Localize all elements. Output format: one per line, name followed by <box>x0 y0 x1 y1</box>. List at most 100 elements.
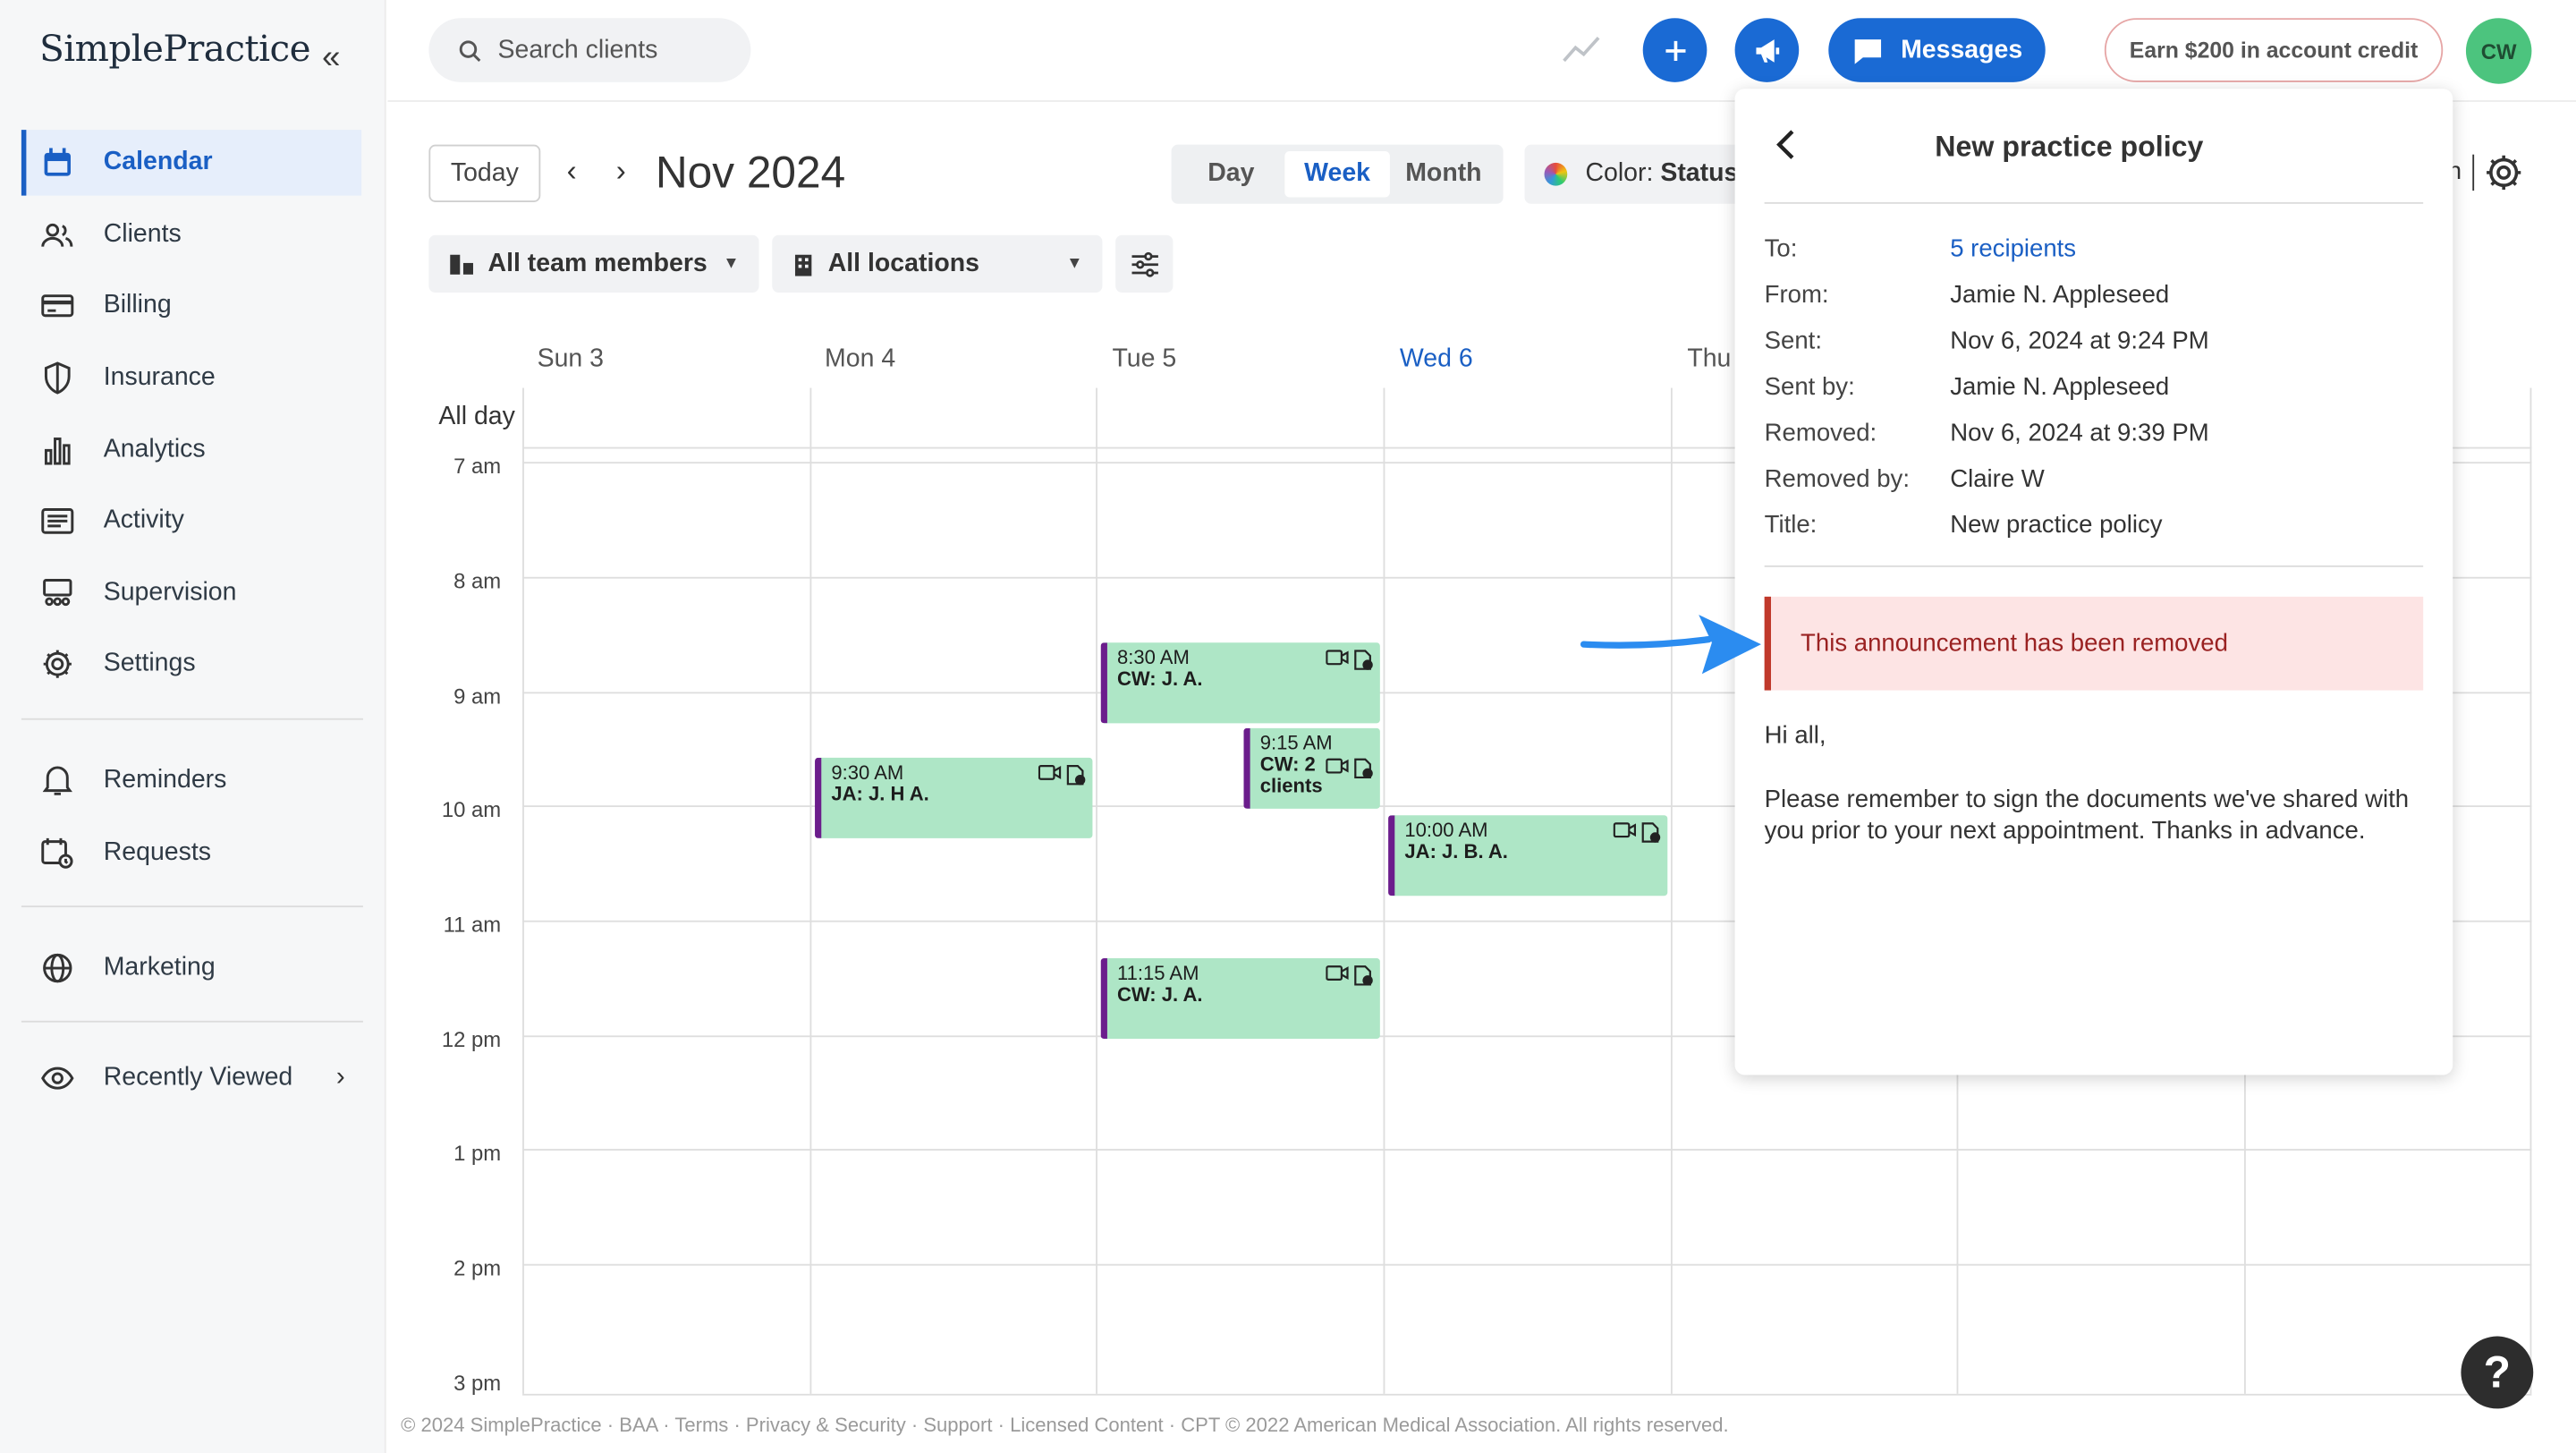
sidebar-item-label: Supervision <box>103 578 237 607</box>
logo[interactable]: SimplePractice <box>39 30 310 71</box>
search-input[interactable]: Search clients <box>428 18 751 82</box>
footer: © 2024 SimplePractice · BAA · Terms · Pr… <box>401 1413 1729 1437</box>
meta-label: To: <box>1764 234 1798 263</box>
day-header-today[interactable]: Wed 6 <box>1400 345 1473 375</box>
announcements-button[interactable] <box>1734 18 1800 82</box>
appointment-card[interactable]: 8:30 AM CW: J. A. <box>1100 642 1380 724</box>
team-members-dropdown[interactable]: All team members ▼ <box>428 234 759 293</box>
chevron-right-icon: › <box>335 1063 345 1092</box>
grid-column-line <box>1096 387 1097 1394</box>
next-week-icon[interactable]: › <box>616 155 626 190</box>
sidebar-item-marketing[interactable]: Marketing <box>21 935 361 1000</box>
building-icon <box>794 253 812 276</box>
sidebar-item-activity[interactable]: Activity <box>21 489 361 554</box>
appointment-client: JA: J. B. A. <box>1404 839 1508 863</box>
plus-icon <box>1665 40 1685 61</box>
grid-line <box>522 1149 2532 1151</box>
globe-icon <box>39 950 75 986</box>
sidebar-item-insurance[interactable]: Insurance <box>21 345 361 411</box>
video-icon <box>1326 758 1349 774</box>
meta-label: Sent: <box>1764 327 1822 355</box>
sidebar-divider <box>21 1020 363 1023</box>
sidebar-item-label: Calendar <box>103 148 213 176</box>
filter-settings-button[interactable] <box>1115 234 1174 293</box>
appointment-card[interactable]: 10:00 AM JA: J. B. A. <box>1388 815 1668 896</box>
tab-month[interactable]: Month <box>1391 151 1497 197</box>
day-header[interactable]: Thu <box>1687 345 1731 375</box>
meta-label: Removed by: <box>1764 464 1910 494</box>
tab-day[interactable]: Day <box>1178 151 1284 197</box>
color-label: Color: <box>1585 159 1654 188</box>
appointment-client: CW: J. A. <box>1116 667 1203 691</box>
sidebar-item-billing[interactable]: Billing <box>21 273 361 338</box>
appointment-card[interactable]: 9:15 AM CW: 2 clients <box>1243 727 1380 809</box>
sidebar-divider <box>21 905 363 908</box>
sidebar-item-label: Insurance <box>103 362 216 392</box>
announcement-panel: New practice policy To: 5 recipients Fro… <box>1734 89 2453 1075</box>
sliders-icon <box>1131 251 1157 276</box>
meta-value: Claire W <box>1950 464 2045 494</box>
hour-label: 11 am <box>443 912 502 938</box>
grid-column-line <box>809 387 812 1394</box>
day-header[interactable]: Sun 3 <box>538 345 604 375</box>
meta-label: Sent by: <box>1764 373 1855 402</box>
messages-label: Messages <box>1901 35 2023 64</box>
caret-down-icon: ▼ <box>723 254 740 273</box>
current-month-label: Nov 2024 <box>655 148 846 198</box>
bell-icon <box>39 762 75 798</box>
help-button[interactable]: ? <box>2461 1336 2534 1409</box>
list-icon <box>39 503 75 539</box>
sidebar-item-analytics[interactable]: Analytics <box>21 418 361 483</box>
sidebar-item-requests[interactable]: Requests <box>21 820 361 886</box>
sidebar-item-label: Clients <box>103 220 182 249</box>
message-body: Please remember to sign the documents we… <box>1764 786 2410 845</box>
chat-icon <box>1854 38 1882 64</box>
add-button[interactable] <box>1642 18 1707 82</box>
grid-line <box>522 1393 2532 1396</box>
calendar-settings-icon[interactable] <box>2482 151 2525 194</box>
today-button[interactable]: Today <box>428 144 541 202</box>
sidebar-divider <box>21 718 363 720</box>
grid-column-line <box>1383 387 1385 1394</box>
avatar[interactable]: CW <box>2465 18 2532 84</box>
video-icon <box>1326 965 1349 981</box>
hour-label: 10 am <box>441 796 502 822</box>
sidebar-item-clients[interactable]: Clients <box>21 202 361 268</box>
team-filter-label: All team members <box>487 249 708 277</box>
appointment-card[interactable]: 11:15 AM CW: J. A. <box>1100 958 1380 1040</box>
earn-credit-button[interactable]: Earn $200 in account credit <box>2104 18 2444 82</box>
collapse-sidebar-icon[interactable]: « <box>322 39 340 77</box>
hour-label: 9 am <box>453 684 502 709</box>
document-icon <box>1066 764 1086 786</box>
tab-week[interactable]: Week <box>1284 151 1391 198</box>
sidebar-item-recently-viewed[interactable]: Recently Viewed › <box>21 1045 361 1110</box>
sidebar-item-label: Marketing <box>103 953 216 981</box>
document-icon <box>1641 822 1661 843</box>
recipients-link[interactable]: 5 recipients <box>1950 235 2076 263</box>
grid-column-line <box>2529 387 2532 1394</box>
appointment-time: 9:15 AM <box>1259 731 1333 755</box>
location-filter-label: All locations <box>827 249 979 277</box>
locations-dropdown[interactable]: All locations ▼ <box>772 234 1103 293</box>
search-icon <box>459 39 481 62</box>
sidebar-item-settings[interactable]: Settings <box>21 631 361 696</box>
previous-week-icon[interactable]: ‹ <box>567 155 577 190</box>
megaphone-icon <box>1755 38 1779 62</box>
day-header[interactable]: Mon 4 <box>825 345 895 375</box>
hour-label: 3 pm <box>453 1371 502 1396</box>
meta-value: Nov 6, 2024 at 9:24 PM <box>1950 327 2209 355</box>
panel-divider <box>1764 201 2424 204</box>
sidebar-item-calendar[interactable]: Calendar <box>21 130 362 196</box>
appointment-card[interactable]: 9:30 AM JA: J. H A. <box>815 757 1093 838</box>
sidebar-item-reminders[interactable]: Reminders <box>21 748 361 813</box>
gear-icon <box>39 646 75 682</box>
messages-button[interactable]: Messages <box>1828 18 2046 82</box>
trend-icon[interactable] <box>1561 33 1604 66</box>
day-header[interactable]: Tue 5 <box>1112 345 1176 375</box>
sidebar-item-label: Activity <box>103 506 184 535</box>
view-switcher: Day Week Month <box>1171 144 1504 204</box>
sidebar-item-supervision[interactable]: Supervision <box>21 560 361 625</box>
message-greeting: Hi all, <box>1764 721 1826 750</box>
color-wheel-icon <box>1544 162 1568 186</box>
video-icon <box>1038 764 1062 780</box>
